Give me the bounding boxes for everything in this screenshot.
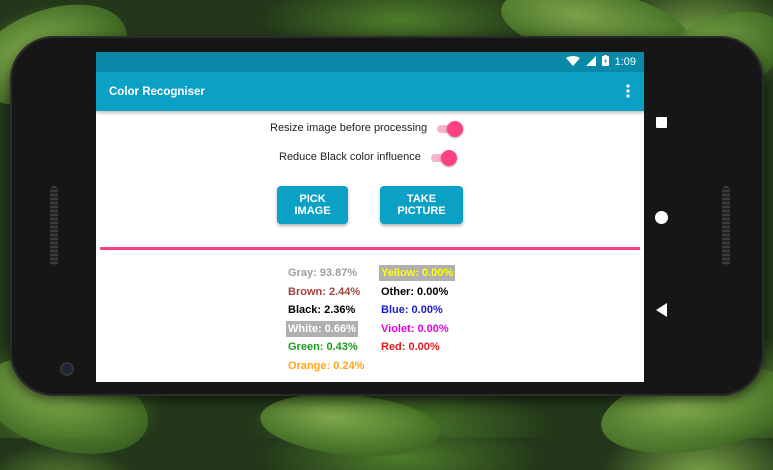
recents-square-icon[interactable] <box>656 117 667 128</box>
color-result-green: Green: 0.43% <box>288 341 358 353</box>
speaker-grille-right <box>722 186 730 266</box>
resize-label: Resize image before processing <box>270 122 428 134</box>
progress-fill <box>100 247 640 250</box>
color-result-other: Other: 0.00% <box>381 285 449 298</box>
more-vert-icon[interactable] <box>624 83 632 100</box>
color-result-white: White: 0.66% <box>286 320 358 337</box>
battery-icon <box>601 55 609 69</box>
color-result-blue: Blue: 0.00% <box>381 304 443 316</box>
status-time: 1:09 <box>614 56 636 68</box>
color-result-brown: Brown: 2.44% <box>288 285 361 298</box>
take-picture-button[interactable]: TAKE PICTURE <box>380 186 463 224</box>
signal-icon <box>585 55 596 69</box>
front-camera <box>62 364 72 374</box>
toggle-thumb <box>447 121 464 137</box>
progress-bar <box>100 247 640 250</box>
color-result-black: Black: 2.36% <box>288 304 356 316</box>
reduce-black-toggle[interactable] <box>429 150 457 166</box>
color-result-red: Red: 0.00% <box>381 341 440 353</box>
resize-toggle[interactable] <box>435 121 464 137</box>
status-bar: 1:09 <box>96 52 644 72</box>
app-screen: 1:09 Color Recogniser Resize image befor… <box>96 52 644 382</box>
reduce-black-setting-row: Reduce Black color influence <box>279 150 457 166</box>
color-result-violet: Violet: 0.00% <box>381 322 449 335</box>
color-result-orange: Orange: 0.24% <box>288 359 365 372</box>
pick-image-button[interactable]: PICK IMAGE <box>277 186 348 224</box>
color-result-yellow: Yellow: 0.00% <box>379 265 456 281</box>
background-leaf <box>257 387 443 463</box>
main-content: Resize image before processing Reduce Bl… <box>96 111 644 382</box>
wifi-icon <box>565 55 580 69</box>
color-result-gray: Gray: 93.87% <box>288 267 358 279</box>
speaker-grille-left <box>50 186 58 266</box>
home-circle-icon[interactable] <box>655 211 668 224</box>
app-title: Color Recogniser <box>109 85 205 98</box>
back-triangle-icon[interactable] <box>656 303 667 317</box>
app-bar: Color Recogniser <box>96 72 644 111</box>
toggle-thumb <box>440 150 457 166</box>
reduce-black-label: Reduce Black color influence <box>279 151 421 163</box>
resize-setting-row: Resize image before processing <box>270 121 464 137</box>
